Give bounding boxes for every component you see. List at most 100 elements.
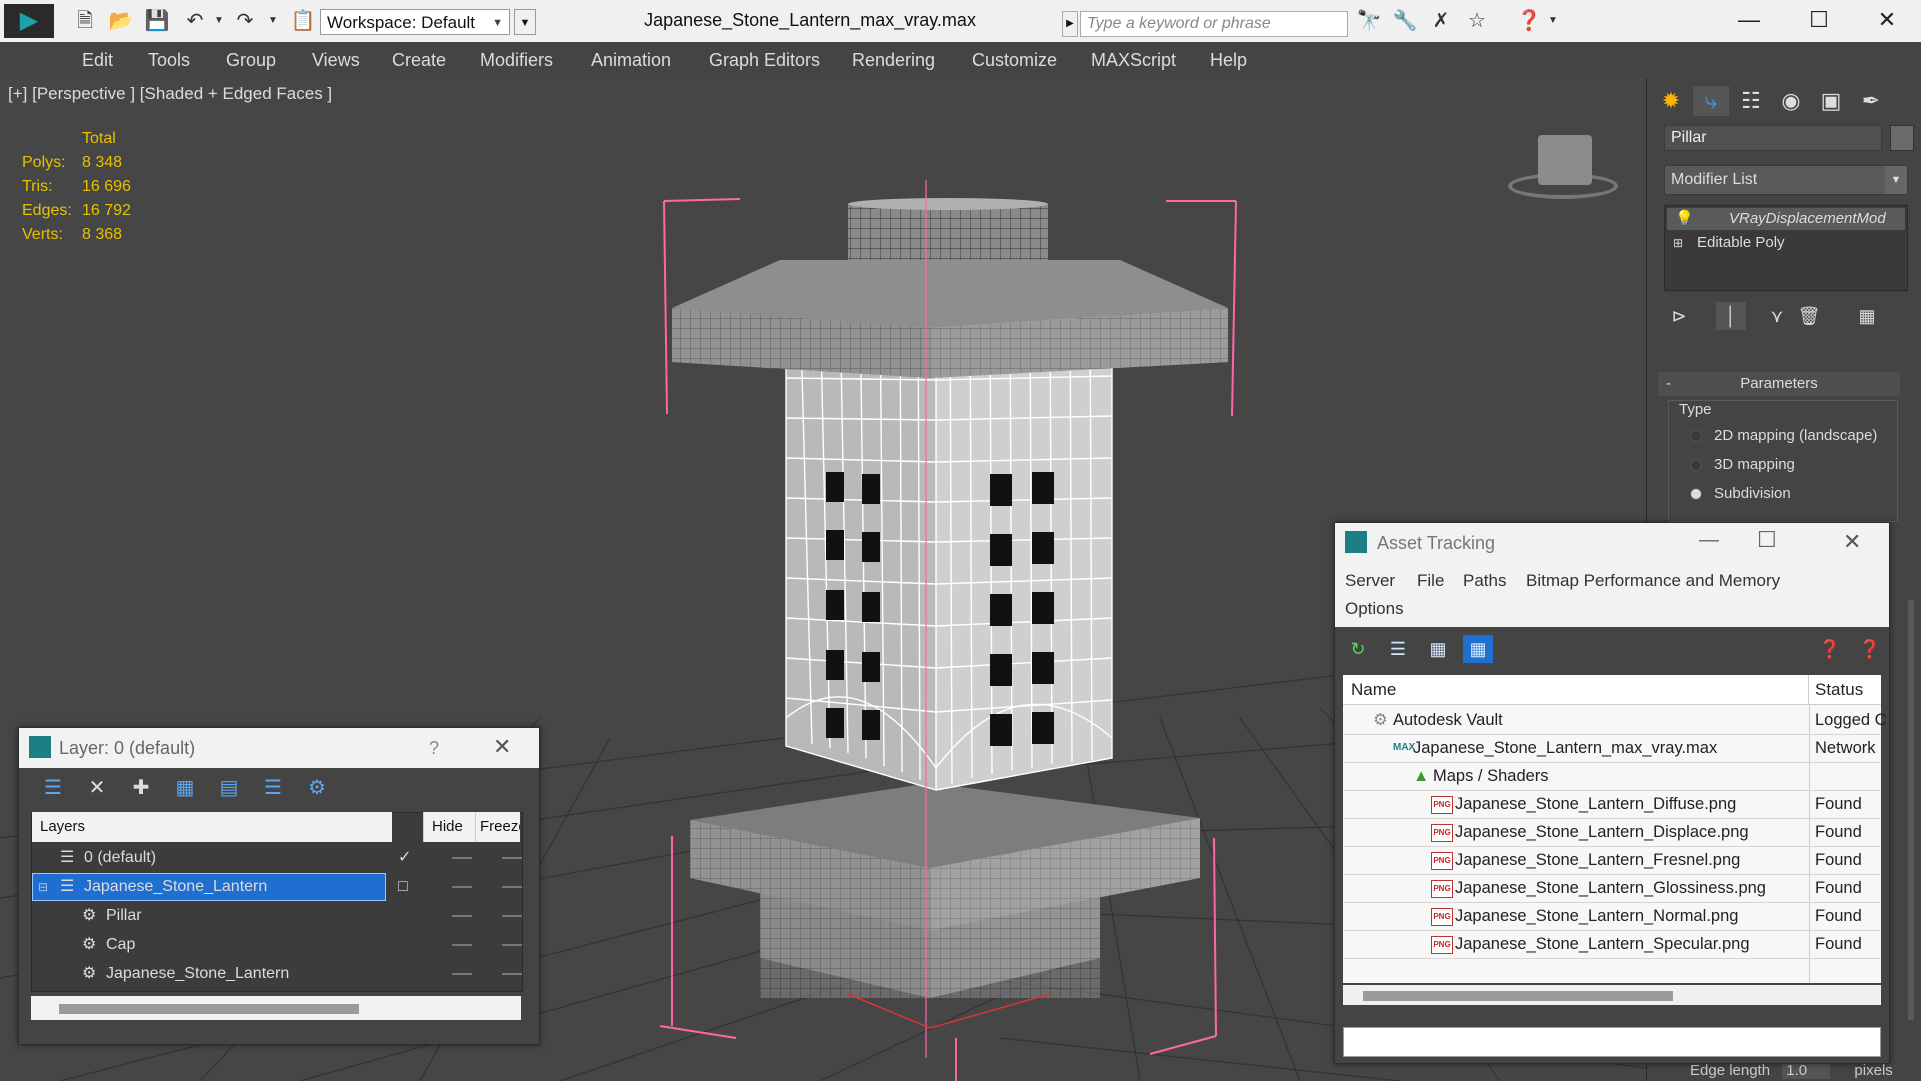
freeze-toggle[interactable] <box>502 915 522 917</box>
help-icon[interactable]: ❓ <box>1516 9 1542 33</box>
freeze-toggle[interactable] <box>502 886 522 888</box>
asset-row[interactable]: PNG Japanese_Stone_Lantern_Glossiness.pn… <box>1343 874 1881 903</box>
connect-icon[interactable]: ✗ <box>1428 9 1454 33</box>
menu-views[interactable]: Views <box>312 50 360 71</box>
binoculars-icon[interactable]: 🔭 <box>1356 9 1382 33</box>
asset-row[interactable]: PNG Japanese_Stone_Lantern_Displace.png … <box>1343 818 1881 847</box>
freeze-toggle[interactable] <box>502 944 522 946</box>
redo-icon[interactable]: ↷ <box>232 9 258 33</box>
asset-row[interactable]: PNG Japanese_Stone_Lantern_Diffuse.png F… <box>1343 790 1881 819</box>
show-end-result-icon[interactable]: │ <box>1716 302 1746 330</box>
status-column-header[interactable]: Status <box>1809 675 1881 705</box>
edge-length-input[interactable]: 1.0 <box>1782 1062 1831 1079</box>
hide-toggle[interactable] <box>452 886 472 888</box>
delete-layer-icon[interactable]: ✕ <box>83 774 111 802</box>
remove-modifier-icon[interactable]: 🗑 <box>1794 302 1824 330</box>
favorites-star-icon[interactable]: ☆ <box>1464 9 1490 33</box>
select-layer-icon[interactable]: ▤ <box>215 774 243 802</box>
modifier-list-dropdown[interactable]: Modifier List ▼ <box>1664 165 1908 195</box>
menu-paths[interactable]: Paths <box>1463 571 1506 591</box>
layer-properties-icon[interactable]: ⚙ <box>303 774 331 802</box>
lightbulb-icon[interactable]: 💡 <box>1675 208 1694 230</box>
menu-file[interactable]: File <box>1417 571 1444 591</box>
name-column-header[interactable]: Name <box>1343 675 1809 705</box>
refresh-icon[interactable]: ↻ <box>1343 635 1373 663</box>
context-help-icon[interactable]: ❓ <box>1855 635 1885 663</box>
asset-row[interactable]: MAX Japanese_Stone_Lantern_max_vray.max … <box>1343 734 1881 763</box>
hide-toggle[interactable] <box>452 857 472 859</box>
freeze-toggle[interactable] <box>502 973 522 975</box>
set-current-box-icon[interactable]: □ <box>398 873 408 901</box>
select-in-layer-icon[interactable]: ▦ <box>171 774 199 802</box>
hide-toggle[interactable] <box>452 915 472 917</box>
layer-horizontal-scrollbar[interactable] <box>31 996 521 1020</box>
freeze-column-header[interactable]: Freeze <box>475 812 520 842</box>
asset-row[interactable]: PNG Japanese_Stone_Lantern_Normal.png Fo… <box>1343 902 1881 931</box>
menu-server[interactable]: Server <box>1345 571 1395 591</box>
key-tools-icon[interactable]: 🔧 <box>1392 9 1418 33</box>
scrollbar-thumb[interactable] <box>1363 991 1673 1001</box>
undo-icon[interactable]: ↶ <box>182 9 208 33</box>
asset-path-field[interactable] <box>1343 1027 1881 1057</box>
close-icon[interactable]: ✕ <box>1852 0 1921 40</box>
open-file-icon[interactable]: 📂 <box>108 9 134 33</box>
help-dropdown-icon[interactable]: ▼ <box>1540 9 1566 33</box>
menu-group[interactable]: Group <box>226 50 276 71</box>
undo-dropdown-icon[interactable]: ▼ <box>206 9 232 33</box>
maximize-icon[interactable]: ☐ <box>1784 0 1854 40</box>
maximize-icon[interactable]: ☐ <box>1757 527 1777 553</box>
menu-help[interactable]: Help <box>1210 50 1247 71</box>
close-icon[interactable]: ✕ <box>1843 529 1861 555</box>
asset-row[interactable]: PNG Japanese_Stone_Lantern_Fresnel.png F… <box>1343 846 1881 875</box>
hierarchy-tab-icon[interactable]: ☷ <box>1733 86 1769 116</box>
hide-toggle[interactable] <box>452 944 472 946</box>
project-folder-icon[interactable]: 📋 <box>290 9 316 33</box>
search-expand-icon[interactable]: ▶ <box>1062 11 1078 37</box>
new-layer-icon[interactable]: ☰ <box>39 774 67 802</box>
make-unique-icon[interactable]: ⋎ <box>1762 302 1792 330</box>
radio-2d-mapping[interactable]: 2D mapping (landscape) <box>1690 427 1877 444</box>
minimize-icon[interactable]: — <box>1699 529 1719 552</box>
layer-row[interactable]: ⚙ Japanese_Stone_Lantern <box>32 960 522 988</box>
hide-toggle[interactable] <box>452 973 472 975</box>
viewport-label[interactable]: [+] [Perspective ] [Shaded + Edged Faces… <box>8 84 332 104</box>
stack-item-editable-poly[interactable]: ⊞ Editable Poly <box>1667 232 1905 254</box>
asset-dialog-titlebar[interactable]: Asset Tracking — ☐ ✕ <box>1335 523 1889 563</box>
workspace-more-icon[interactable]: ▼ <box>514 9 536 35</box>
menu-options[interactable]: Options <box>1345 599 1404 619</box>
menu-bitmap-performance[interactable]: Bitmap Performance and Memory <box>1526 571 1780 591</box>
new-file-icon[interactable]: 🗎 <box>72 9 98 33</box>
expand-plus-icon[interactable]: ⊞ <box>1673 232 1683 254</box>
radio-3d-mapping[interactable]: 3D mapping <box>1690 456 1795 473</box>
freeze-toggle[interactable] <box>502 857 522 859</box>
command-panel-scrollbar[interactable] <box>1908 600 1914 1020</box>
layers-column-header[interactable]: Layers <box>32 812 392 842</box>
menu-animation[interactable]: Animation <box>591 50 671 71</box>
stack-item-vraydisplacement[interactable]: 💡 VRayDisplacementMod <box>1667 208 1905 230</box>
menu-maxscript[interactable]: MAXScript <box>1091 50 1176 71</box>
thumbnail-view-icon[interactable]: ▦ <box>1423 635 1453 663</box>
layer-row[interactable]: ⚙ Cap <box>32 931 522 959</box>
parameters-rollout-header[interactable]: - Parameters <box>1658 372 1900 396</box>
collapse-minus-icon[interactable]: ⊟ <box>38 873 48 901</box>
hide-column-header[interactable]: Hide <box>423 812 475 842</box>
modify-tab-icon[interactable]: ⤷ <box>1693 86 1729 116</box>
help-icon[interactable]: ? <box>429 738 439 759</box>
menu-customize[interactable]: Customize <box>972 50 1057 71</box>
layer-dialog-titlebar[interactable]: Layer: 0 (default) ? ✕ <box>19 728 539 768</box>
layer-row-selected[interactable]: ⊟ ☰ Japanese_Stone_Lantern □ <box>32 873 522 901</box>
layer-row[interactable]: ⚙ Pillar <box>32 902 522 930</box>
create-tab-icon[interactable]: ✹ <box>1653 86 1689 116</box>
workspace-select[interactable]: Workspace: Default ▼ <box>320 9 510 35</box>
redo-dropdown-icon[interactable]: ▼ <box>260 9 286 33</box>
close-icon[interactable]: ✕ <box>493 734 511 760</box>
menu-rendering[interactable]: Rendering <box>852 50 935 71</box>
object-color-swatch[interactable] <box>1890 125 1914 151</box>
add-to-layer-icon[interactable]: ✚ <box>127 774 155 802</box>
layer-row[interactable]: ☰ 0 (default) ✓ <box>32 844 522 872</box>
help-icon[interactable]: ❓ <box>1815 635 1845 663</box>
menu-edit[interactable]: Edit <box>82 50 113 71</box>
motion-tab-icon[interactable]: ◉ <box>1773 86 1809 116</box>
table-view-icon[interactable]: ▦ <box>1463 635 1493 663</box>
radio-subdivision[interactable]: Subdivision <box>1690 485 1791 502</box>
